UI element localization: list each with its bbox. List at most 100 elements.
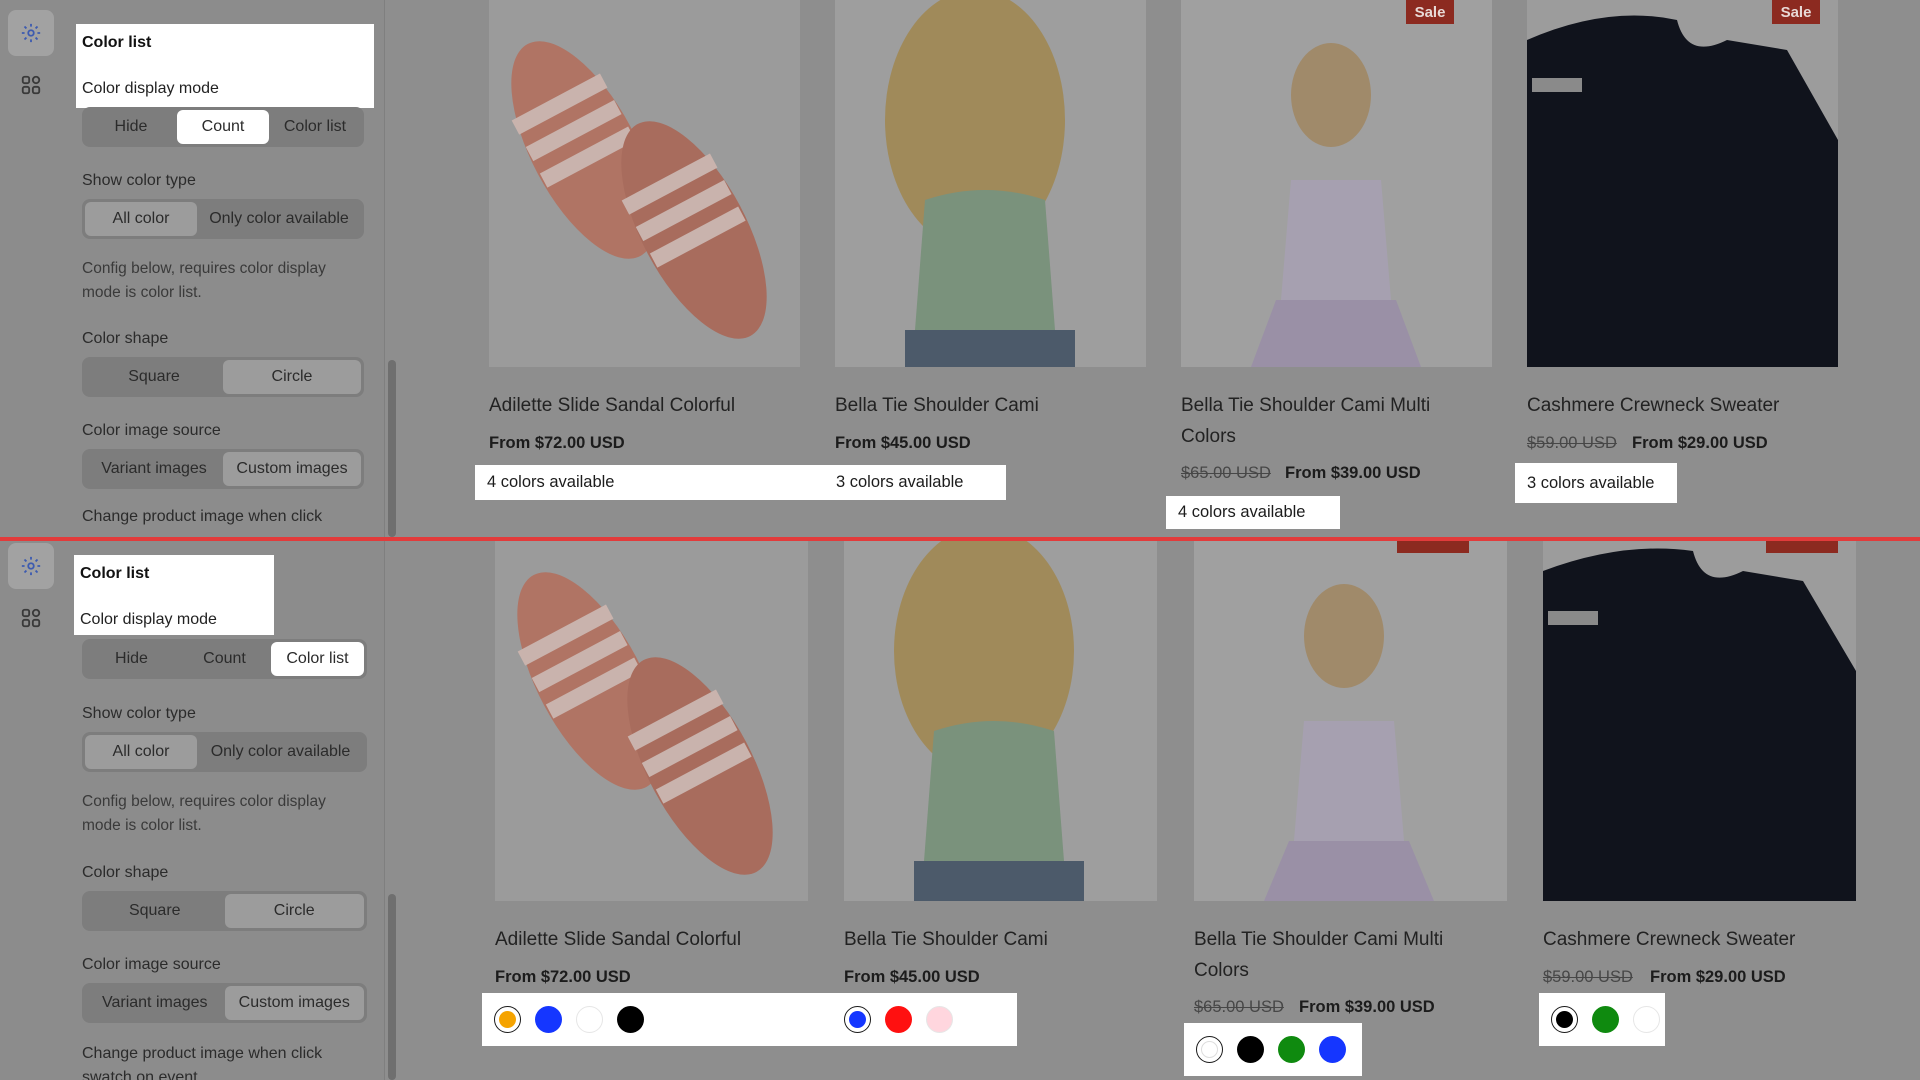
color-swatch[interactable] bbox=[1278, 1036, 1305, 1063]
source-variant-images[interactable]: Variant images bbox=[85, 986, 225, 1020]
product-image-cami[interactable] bbox=[844, 541, 1157, 901]
product-name[interactable]: Cashmere Crewneck Sweater bbox=[1527, 390, 1827, 421]
product-image-cami-multi[interactable] bbox=[1194, 541, 1507, 901]
compare-price: $65.00 USD bbox=[1194, 998, 1284, 1016]
apps-tab[interactable] bbox=[8, 595, 54, 641]
product-image-sandal[interactable] bbox=[489, 0, 800, 367]
swatch-fill bbox=[1556, 1011, 1573, 1028]
product-price: From $72.00 USD bbox=[489, 434, 625, 452]
settings-tab[interactable] bbox=[8, 10, 54, 56]
gear-icon bbox=[21, 556, 41, 576]
product-name[interactable]: Adilette Slide Sandal Colorful bbox=[489, 390, 789, 421]
color-shape-label: Color shape bbox=[82, 330, 169, 347]
shape-circle[interactable]: Circle bbox=[224, 894, 364, 928]
product-image-sandal[interactable] bbox=[495, 541, 808, 901]
product-name[interactable]: Bella Tie Shoulder Cami bbox=[844, 924, 1144, 955]
product-price: From $45.00 USD bbox=[835, 434, 971, 452]
color-swatch[interactable] bbox=[1551, 1006, 1578, 1033]
display-mode-color-list[interactable]: Color list bbox=[271, 642, 364, 676]
sale-badge: Sale bbox=[1406, 0, 1454, 24]
product-image-cami-multi[interactable]: Sale bbox=[1181, 0, 1492, 367]
display-mode-hide[interactable]: Hide bbox=[85, 642, 178, 676]
display-mode-count[interactable]: Count bbox=[178, 642, 271, 676]
source-custom-images[interactable]: Custom images bbox=[224, 986, 364, 1020]
display-mode-count[interactable]: Count bbox=[177, 110, 269, 144]
color-swatch[interactable] bbox=[617, 1006, 644, 1033]
icon-rail bbox=[0, 0, 62, 537]
gear-icon bbox=[21, 23, 41, 43]
product-name[interactable]: Bella Tie Shoulder Cami Multi Colors bbox=[1181, 390, 1471, 452]
shape-square[interactable]: Square bbox=[85, 894, 225, 928]
product-image-sweater[interactable]: Sale bbox=[1527, 0, 1838, 367]
color-swatch[interactable] bbox=[926, 1006, 953, 1033]
display-mode-color-list[interactable]: Color list bbox=[269, 110, 361, 144]
settings-tab[interactable] bbox=[8, 543, 54, 589]
product-image-cami[interactable] bbox=[835, 0, 1146, 367]
settings-scrollbar[interactable] bbox=[388, 894, 396, 1080]
config-note: Config below, requires color display mod… bbox=[82, 793, 326, 834]
color-swatch[interactable] bbox=[844, 1006, 871, 1033]
shape-square[interactable]: Square bbox=[85, 360, 223, 394]
apps-icon bbox=[21, 75, 41, 95]
color-swatch[interactable] bbox=[535, 1006, 562, 1033]
option-all-color[interactable]: All color bbox=[85, 202, 197, 236]
display-mode-label: Color display mode bbox=[80, 611, 217, 628]
color-swatch[interactable] bbox=[1196, 1036, 1223, 1063]
apps-tab[interactable] bbox=[8, 62, 54, 108]
image-source-label: Color image source bbox=[82, 956, 221, 973]
option-all-color[interactable]: All color bbox=[85, 735, 197, 769]
display-mode-hide[interactable]: Hide bbox=[85, 110, 177, 144]
product-price: From $39.00 USD bbox=[1299, 998, 1435, 1016]
settings-scrollbar[interactable] bbox=[388, 360, 396, 537]
swatch-fill bbox=[499, 1011, 516, 1028]
product-name[interactable]: Bella Tie Shoulder Cami bbox=[835, 390, 1135, 421]
color-count-badge: 3 colors available bbox=[1515, 463, 1677, 503]
option-only-available[interactable]: Only color available bbox=[197, 202, 361, 236]
icon-rail bbox=[0, 541, 62, 1080]
swatch-list-cami bbox=[832, 993, 1017, 1046]
config-note: Config below, requires color display mod… bbox=[82, 260, 326, 301]
product-price: From $39.00 USD bbox=[1285, 464, 1421, 482]
color-swatch[interactable] bbox=[1592, 1006, 1619, 1033]
swatch-fill bbox=[1201, 1041, 1218, 1058]
sale-badge: Sale bbox=[1772, 0, 1820, 24]
change-image-label: Change product image when click bbox=[82, 508, 323, 525]
product-name[interactable]: Adilette Slide Sandal Colorful bbox=[495, 924, 795, 955]
swatch-fill bbox=[849, 1011, 866, 1028]
swatch-list-sweater bbox=[1539, 993, 1665, 1046]
show-color-type-label: Show color type bbox=[82, 705, 196, 722]
product-price: From $29.00 USD bbox=[1650, 968, 1786, 986]
color-swatch[interactable] bbox=[1633, 1006, 1660, 1033]
color-swatch[interactable] bbox=[885, 1006, 912, 1033]
color-count-badge: 4 colors available bbox=[475, 465, 835, 500]
color-swatch[interactable] bbox=[1237, 1036, 1264, 1063]
product-name[interactable]: Bella Tie Shoulder Cami Multi Colors bbox=[1194, 924, 1484, 986]
highlight-callout: Color list Color display mode bbox=[76, 24, 374, 108]
sale-badge bbox=[1766, 541, 1838, 553]
swatch-list-cami-multi bbox=[1184, 1023, 1362, 1076]
product-name[interactable]: Cashmere Crewneck Sweater bbox=[1543, 924, 1843, 955]
product-price: From $45.00 USD bbox=[844, 968, 980, 986]
source-custom-images[interactable]: Custom images bbox=[223, 452, 361, 486]
product-image-sweater[interactable] bbox=[1543, 541, 1856, 901]
color-swatch[interactable] bbox=[1319, 1036, 1346, 1063]
compare-price: $59.00 USD bbox=[1543, 968, 1633, 986]
color-swatch[interactable] bbox=[576, 1006, 603, 1033]
compare-price: $65.00 USD bbox=[1181, 464, 1271, 482]
option-only-available[interactable]: Only color available bbox=[197, 735, 364, 769]
show-color-type-segmented: All color Only color available bbox=[82, 732, 367, 772]
product-price: From $29.00 USD bbox=[1632, 434, 1768, 452]
shape-circle[interactable]: Circle bbox=[223, 360, 361, 394]
color-shape-segmented: Square Circle bbox=[82, 891, 367, 931]
callout-title: Color list bbox=[82, 34, 152, 51]
callout-title: Color list bbox=[80, 565, 150, 582]
display-mode-segmented: Hide Count Color list bbox=[82, 639, 367, 679]
color-swatch[interactable] bbox=[494, 1006, 521, 1033]
color-shape-label: Color shape bbox=[82, 864, 169, 881]
swatch-list-sandal bbox=[482, 993, 832, 1046]
highlight-callout: Color list Color display mode bbox=[74, 555, 274, 635]
source-variant-images[interactable]: Variant images bbox=[85, 452, 223, 486]
image-source-segmented: Variant images Custom images bbox=[82, 983, 367, 1023]
color-shape-segmented: Square Circle bbox=[82, 357, 364, 397]
color-count-badge: 4 colors available bbox=[1166, 496, 1340, 529]
